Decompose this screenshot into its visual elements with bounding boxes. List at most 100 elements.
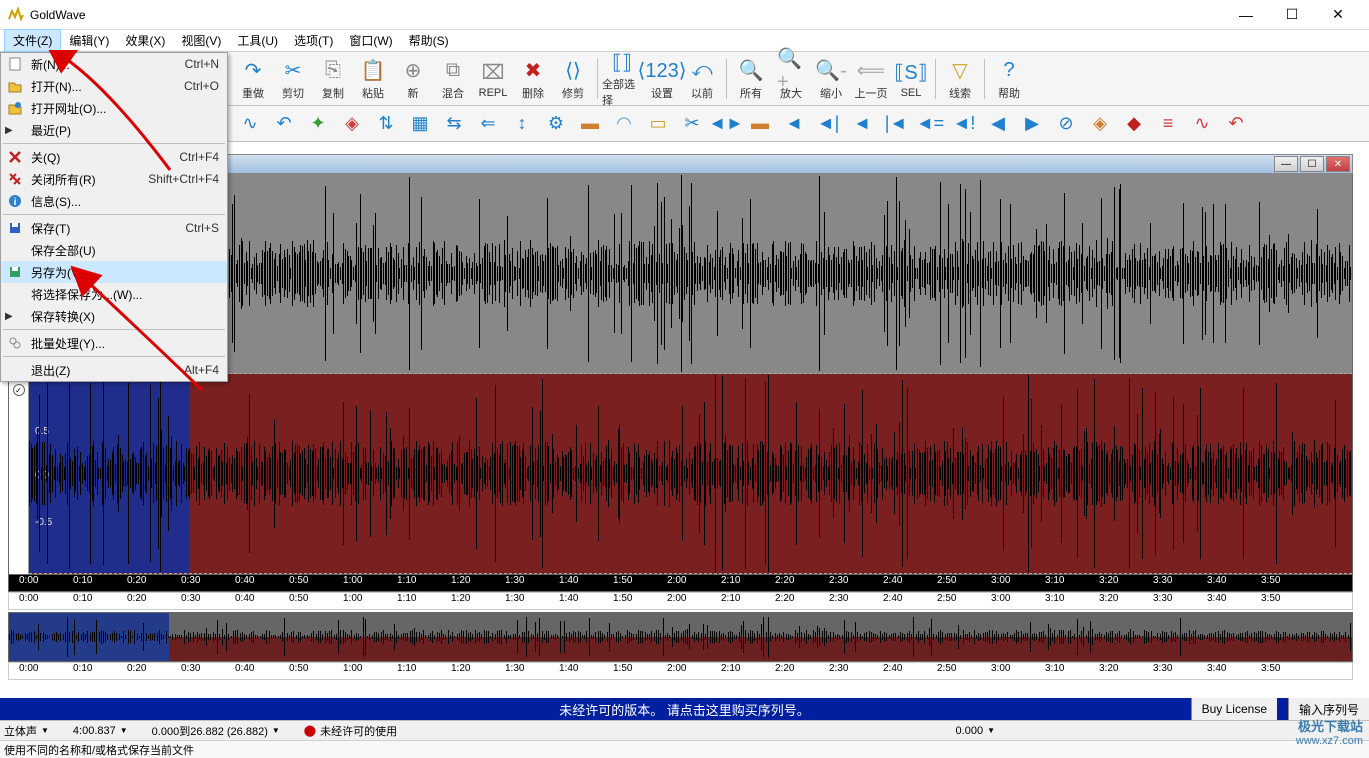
effect-icon-6[interactable]: ⇆ (440, 110, 468, 138)
close-button[interactable]: ✕ (1315, 0, 1361, 30)
effect-icon-8[interactable]: ↕ (508, 110, 536, 138)
menu-tools[interactable]: 工具(U) (229, 30, 286, 51)
status-duration[interactable]: 4:00.837▼ (73, 725, 128, 737)
wave-close-button[interactable]: ✕ (1326, 156, 1350, 172)
effect-icon-15[interactable]: ▬ (746, 110, 774, 138)
blank-icon (5, 286, 25, 302)
effect-icon-4[interactable]: ⇅ (372, 110, 400, 138)
toolbar-new-button[interactable]: ⊕新 (393, 54, 433, 104)
effect-icon-13[interactable]: ✂ (678, 110, 706, 138)
toolbar-paste-button[interactable]: 📋粘贴 (353, 54, 393, 104)
effect-icon-18[interactable]: ◄ (848, 110, 876, 138)
timeline-tick: 2:00 (667, 575, 686, 586)
effect-icon-19[interactable]: |◄ (882, 110, 910, 138)
toolbar-prev-button[interactable]: ⤺以前 (682, 54, 722, 104)
effect-icon-28[interactable]: ∿ (1188, 110, 1216, 138)
effect-icon-9[interactable]: ⚙ (542, 110, 570, 138)
toolbar-zoomin-button[interactable]: 🔍+放大 (771, 54, 811, 104)
waveform-timeline-dark[interactable]: 0:000:100:200:300:400:501:001:101:201:30… (8, 574, 1353, 592)
blank-icon (5, 122, 25, 138)
menu-edit[interactable]: 编辑(Y) (61, 30, 117, 51)
toolbar-repl-button[interactable]: ⌧REPL (473, 54, 513, 104)
enter-serial-button[interactable]: 输入序列号 (1288, 698, 1369, 720)
app-title: GoldWave (30, 8, 1223, 22)
effect-icon-22[interactable]: ◀ (984, 110, 1012, 138)
menu-help[interactable]: 帮助(S) (401, 30, 457, 51)
menu-item-12[interactable]: 将选择保存为...(W)... (1, 283, 227, 305)
menu-item-0[interactable]: 新(N)...Ctrl+N (1, 53, 227, 75)
toolbar-delete-button[interactable]: ✖删除 (513, 54, 553, 104)
effect-icon-12[interactable]: ▭ (644, 110, 672, 138)
timeline-tick: 0:20 (127, 575, 146, 586)
menu-file[interactable]: 文件(Z) (4, 29, 61, 52)
toolbar-settings-button[interactable]: ⟨123⟩设置 (642, 54, 682, 104)
menu-item-6[interactable]: 关闭所有(R)Shift+Ctrl+F4 (1, 168, 227, 190)
effect-icon-27[interactable]: ≡ (1154, 110, 1182, 138)
effect-icon-0[interactable]: ∿ (236, 110, 264, 138)
menu-item-9[interactable]: 保存(T)Ctrl+S (1, 217, 227, 239)
effect-icon-26[interactable]: ◆ (1120, 110, 1148, 138)
effect-icon-16[interactable]: ◄ (780, 110, 808, 138)
toolbar-all-button[interactable]: 🔍所有 (731, 54, 771, 104)
timeline-tick: 0:00 (19, 663, 38, 674)
license-banner[interactable]: 未经许可的版本。 请点击这里购买序列号。 Buy License 输入序列号 (0, 698, 1369, 720)
toolbar-prevpage-button[interactable]: ⟸上一页 (851, 54, 891, 104)
toolbar-selall-button[interactable]: ⟦⟧全部选择 (602, 54, 642, 104)
toolbar-mix-button[interactable]: ⧉混合 (433, 54, 473, 104)
status-position[interactable]: 0.000▼ (956, 725, 995, 737)
status-channels[interactable]: 立体声▼ (4, 723, 49, 739)
toolbar-cut-button[interactable]: ✂剪切 (273, 54, 313, 104)
toolbar-help-button[interactable]: ?帮助 (989, 54, 1029, 104)
effect-icon-29[interactable]: ↶ (1222, 110, 1250, 138)
menu-item-13[interactable]: 保存转换(X)▶ (1, 305, 227, 327)
wave-maximize-button[interactable]: ☐ (1300, 156, 1324, 172)
waveform-channel-right[interactable]: 0.5 0.0 -0.5 (29, 374, 1352, 574)
toolbar-trim-button[interactable]: ⟨⟩修剪 (553, 54, 593, 104)
effect-icon-24[interactable]: ⊘ (1052, 110, 1080, 138)
effect-icon-10[interactable]: ▬ (576, 110, 604, 138)
effect-icon-17[interactable]: ◄| (814, 110, 842, 138)
status-range[interactable]: 0.000到26.882 (26.882)▼ (152, 723, 280, 739)
minimize-button[interactable]: — (1223, 0, 1269, 30)
effect-icon-14[interactable]: ◄► (712, 110, 740, 138)
channel-right-checkbox[interactable]: ✓ (13, 384, 25, 396)
effect-icon-25[interactable]: ◈ (1086, 110, 1114, 138)
effect-icon-3[interactable]: ◈ (338, 110, 366, 138)
overview-timeline[interactable]: 0:000:100:200:300:400:501:001:101:201:30… (8, 662, 1353, 680)
menu-window[interactable]: 窗口(W) (341, 30, 400, 51)
effect-icon-2[interactable]: ✦ (304, 110, 332, 138)
effect-icon-7[interactable]: ⇐ (474, 110, 502, 138)
menu-shortcut: Ctrl+S (185, 221, 219, 235)
menu-item-15[interactable]: 批量处理(Y)... (1, 332, 227, 354)
menu-item-17[interactable]: 退出(Z)Alt+F4 (1, 359, 227, 381)
buy-license-button[interactable]: Buy License (1191, 698, 1277, 720)
timeline-tick: 1:40 (559, 575, 578, 586)
effect-icon-1[interactable]: ↶ (270, 110, 298, 138)
wave-minimize-button[interactable]: — (1274, 156, 1298, 172)
waveform-overview[interactable] (8, 612, 1353, 662)
menu-item-3[interactable]: 最近(P)▶ (1, 119, 227, 141)
saveas-icon (5, 264, 25, 280)
effect-icon-20[interactable]: ◄= (916, 110, 944, 138)
toolbar-copy-button[interactable]: ⎘复制 (313, 54, 353, 104)
menu-item-7[interactable]: i信息(S)... (1, 190, 227, 212)
toolbar-cue-button[interactable]: ▽线索 (940, 54, 980, 104)
menu-options[interactable]: 选项(T) (286, 30, 341, 51)
toolbar-zoomout-button[interactable]: 🔍-缩小 (811, 54, 851, 104)
effect-icon-23[interactable]: ▶ (1018, 110, 1046, 138)
effect-icon-21[interactable]: ◄! (950, 110, 978, 138)
menu-effect[interactable]: 效果(X) (117, 30, 173, 51)
info-icon: i (5, 193, 25, 209)
menu-item-5[interactable]: 关(Q)Ctrl+F4 (1, 146, 227, 168)
effect-icon-11[interactable]: ◠ (610, 110, 638, 138)
toolbar-sel-button[interactable]: ⟦S⟧SEL (891, 54, 931, 104)
menu-view[interactable]: 视图(V) (173, 30, 229, 51)
menu-item-1[interactable]: 打开(N)...Ctrl+O (1, 75, 227, 97)
menu-item-11[interactable]: 另存为(V)... (1, 261, 227, 283)
waveform-timeline-light[interactable]: 0:000:100:200:300:400:501:001:101:201:30… (8, 592, 1353, 610)
menu-item-10[interactable]: 保存全部(U) (1, 239, 227, 261)
toolbar-redo-button[interactable]: ↷重做 (233, 54, 273, 104)
maximize-button[interactable]: ☐ (1269, 0, 1315, 30)
menu-item-2[interactable]: 打开网址(O)... (1, 97, 227, 119)
effect-icon-5[interactable]: ▦ (406, 110, 434, 138)
